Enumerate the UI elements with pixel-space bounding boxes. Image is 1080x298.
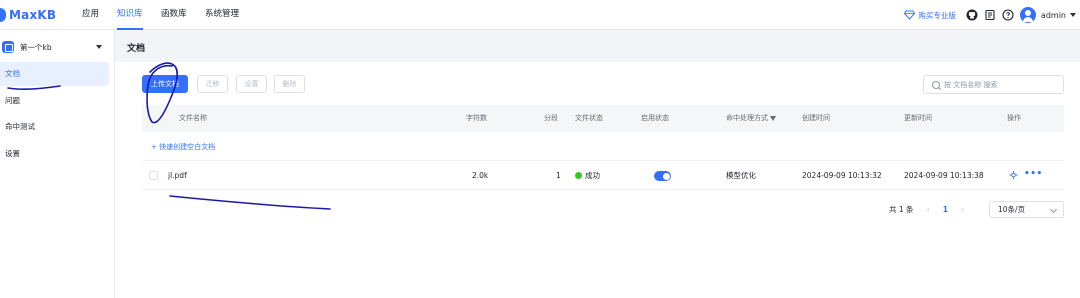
chevron-down-icon xyxy=(96,45,102,49)
avatar[interactable] xyxy=(1019,7,1036,23)
column-header-actions: 操作 xyxy=(1007,114,1021,122)
pagination-page-1[interactable]: 1 xyxy=(943,205,948,214)
logo-mark xyxy=(0,8,6,22)
filter-icon[interactable] xyxy=(770,115,776,121)
cell-file-name[interactable]: jl.pdf xyxy=(168,162,187,189)
chevron-down-icon[interactable] xyxy=(1070,13,1076,17)
pagination-prev-button[interactable]: ‹ xyxy=(927,205,930,214)
upload-document-button[interactable]: 上传文档 xyxy=(142,75,188,93)
row-divider xyxy=(142,160,1064,161)
pagination-next-button[interactable]: › xyxy=(961,205,964,214)
cell-segments: 1 xyxy=(556,171,561,180)
page-size-select[interactable]: 10条/页 xyxy=(989,201,1064,218)
document-panel: 上传文档 迁移 设置 删除 按 文档名称 搜索 文件名称 字符数 分段 文件状态… xyxy=(115,62,1080,298)
row-checkbox[interactable] xyxy=(149,171,158,180)
column-header-updated: 更新时间 xyxy=(904,114,932,122)
column-header-hit-handling-label: 命中处理方式 xyxy=(726,114,768,122)
buy-pro-label: 购买专业版 xyxy=(918,10,956,20)
sidebar: 第一个kb 文档 问题 命中测试 设置 xyxy=(0,30,115,298)
diamond-icon xyxy=(904,10,916,20)
search-icon xyxy=(932,80,940,89)
page-size-value: 10条/页 xyxy=(998,205,1026,214)
sidebar-item-documents[interactable]: 文档 xyxy=(0,62,109,86)
cell-file-status: 成功 xyxy=(575,162,600,189)
settings-button[interactable]: 设置 xyxy=(236,75,267,93)
pagination-total: 共 1 条 xyxy=(889,204,914,214)
nav-item-system[interactable]: 系统管理 xyxy=(205,0,239,30)
column-header-name: 文件名称 xyxy=(179,114,207,122)
nav-item-knowledge[interactable]: 知识库 xyxy=(117,0,143,30)
user-manual-icon[interactable] xyxy=(984,9,996,21)
help-icon[interactable] xyxy=(1002,9,1014,21)
column-header-file-status: 文件状态 xyxy=(575,114,603,122)
logo-text: MaxKB xyxy=(9,8,57,22)
delete-button[interactable]: 删除 xyxy=(274,75,305,93)
table-row[interactable]: jl.pdf 2.0k 1 成功 模型优化 2024-09-09 10:13:3… xyxy=(142,162,1064,189)
sidebar-item-questions[interactable]: 问题 xyxy=(0,89,109,113)
cell-hit-handling: 模型优化 xyxy=(726,171,756,180)
page-title: 文档 xyxy=(127,44,146,54)
chevron-down-icon xyxy=(1049,205,1058,214)
column-header-created: 创建时间 xyxy=(802,114,830,122)
cell-chars: 2.0k xyxy=(472,171,489,180)
logo[interactable]: MaxKB xyxy=(0,6,56,24)
status-label: 成功 xyxy=(585,171,600,180)
sidebar-item-hit-test[interactable]: 命中测试 xyxy=(0,115,109,139)
nav-item-functions[interactable]: 函数库 xyxy=(161,0,187,30)
column-header-hit-handling[interactable]: 命中处理方式 xyxy=(726,105,776,132)
search-placeholder: 按 文档名称 搜索 xyxy=(944,80,998,89)
column-header-enabled: 启用状态 xyxy=(641,114,669,122)
migrate-button[interactable]: 迁移 xyxy=(197,75,228,93)
buy-pro-link[interactable]: 购买专业版 xyxy=(904,10,956,21)
enable-toggle[interactable] xyxy=(654,171,671,181)
column-header-chars: 字符数 xyxy=(466,114,487,122)
column-header-segments: 分段 xyxy=(544,114,558,122)
kb-selector-label: 第一个kb xyxy=(20,42,52,52)
quick-create-blank-document-link[interactable]: + 快速创建空白文档 xyxy=(151,142,215,152)
cell-updated-time: 2024-09-09 10:13:38 xyxy=(904,171,984,180)
header-actions: 购买专业版 admin xyxy=(904,0,1076,30)
nav-item-apps[interactable]: 应用 xyxy=(82,0,99,30)
kb-selector[interactable]: 第一个kb xyxy=(2,39,108,55)
sync-settings-icon[interactable] xyxy=(1009,170,1018,180)
knowledge-base-icon xyxy=(2,41,14,53)
pagination: 共 1 条 ‹ 1 › xyxy=(889,201,964,217)
top-bar: MaxKB 应用 知识库 函数库 系统管理 购买专业版 admin xyxy=(0,0,1080,30)
more-actions-icon[interactable]: ••• xyxy=(1024,169,1043,179)
cell-created-time: 2024-09-09 10:13:32 xyxy=(802,171,882,180)
table-header: 文件名称 字符数 分段 文件状态 启用状态 命中处理方式 创建时间 更新时间 操… xyxy=(142,105,1064,132)
sidebar-item-settings[interactable]: 设置 xyxy=(0,142,109,166)
success-icon xyxy=(575,171,582,179)
row-divider xyxy=(142,189,1064,190)
search-input[interactable]: 按 文档名称 搜索 xyxy=(923,75,1064,94)
github-icon[interactable] xyxy=(966,9,978,21)
user-name[interactable]: admin xyxy=(1041,11,1066,20)
